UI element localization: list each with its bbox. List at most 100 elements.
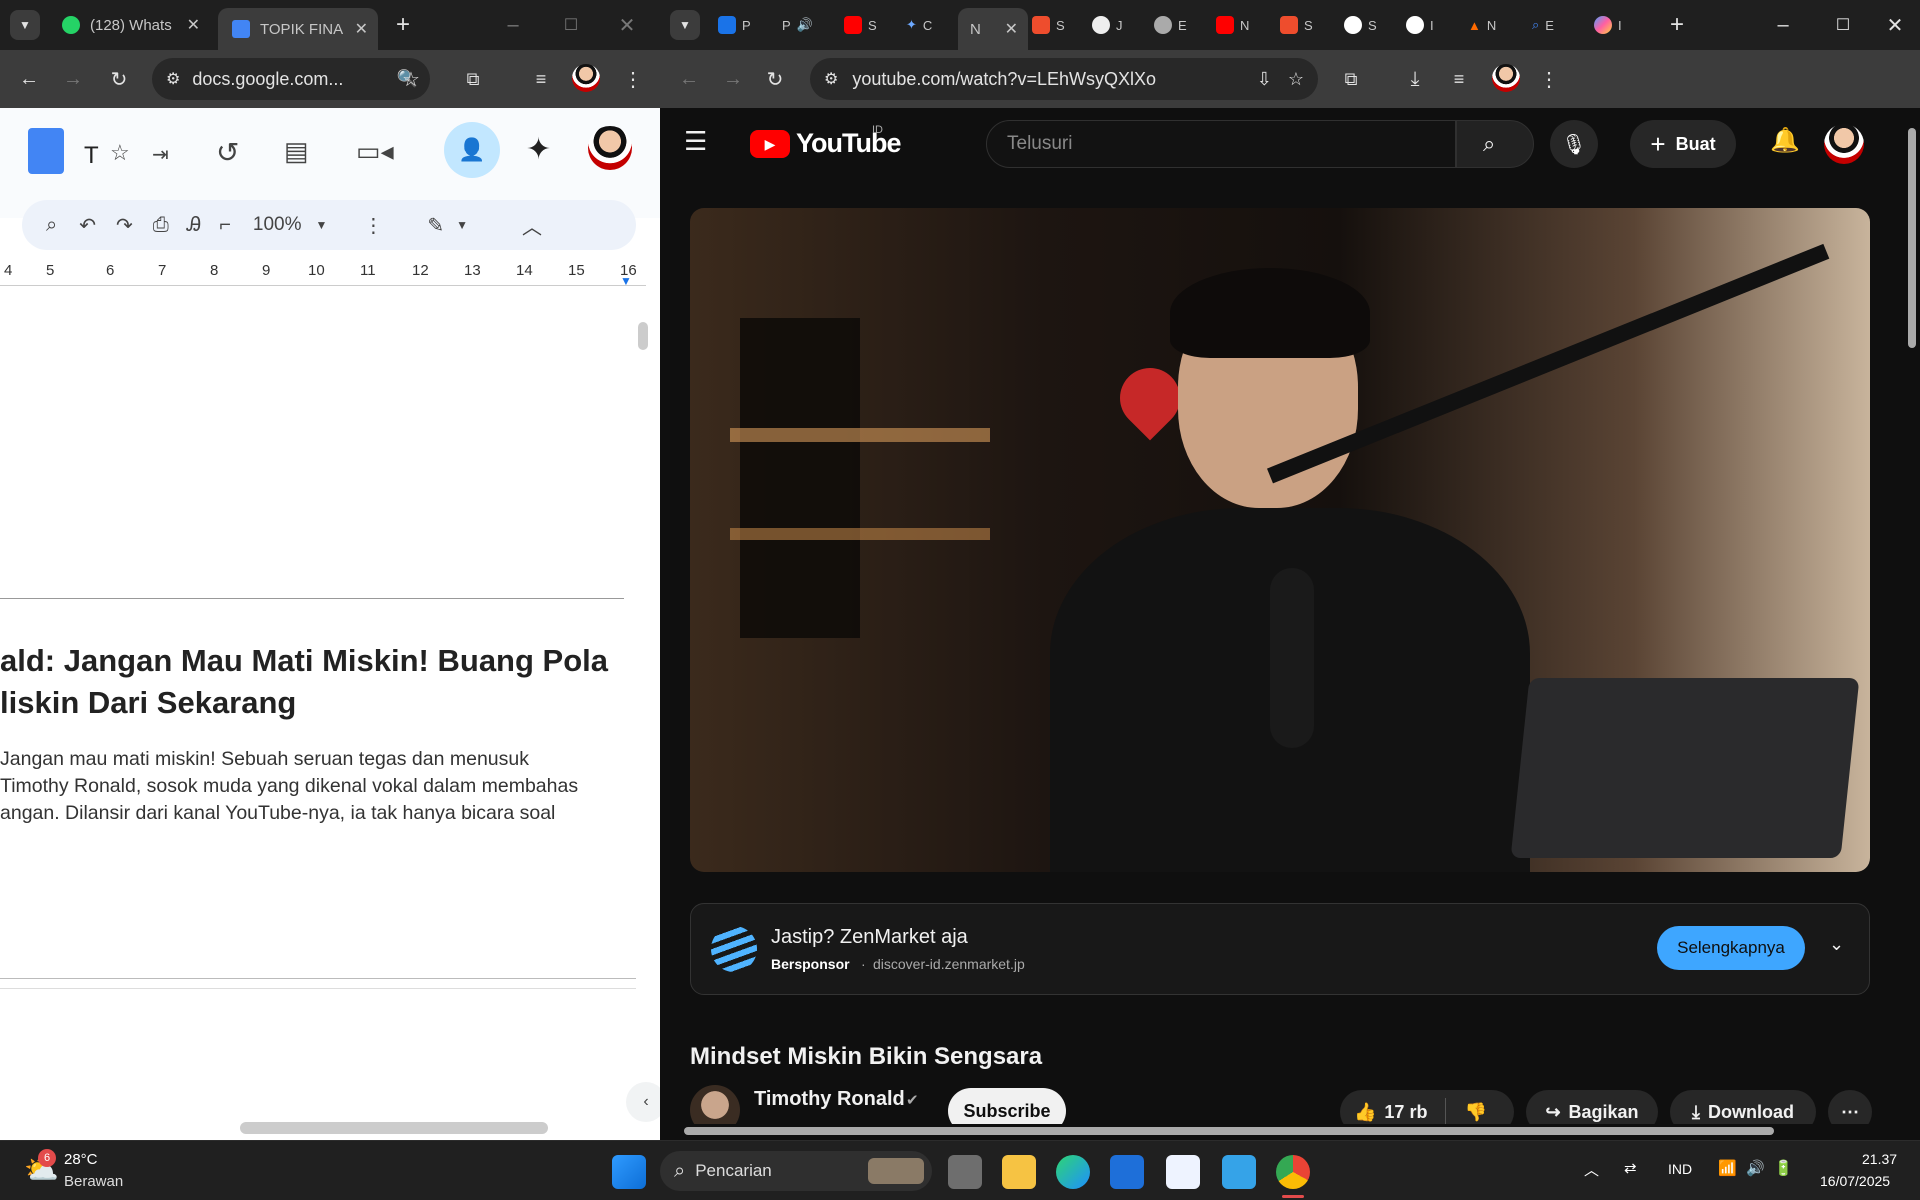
tab-youtube[interactable]: S bbox=[844, 12, 877, 38]
minimize-icon[interactable]: – bbox=[1768, 10, 1798, 40]
comments-icon[interactable]: ▤ bbox=[284, 136, 309, 167]
close-window-icon[interactable]: ✕ bbox=[612, 10, 642, 40]
tab-search-icon[interactable]: ▼ bbox=[10, 10, 40, 40]
bookmark-star-icon[interactable]: ☆ bbox=[1288, 69, 1304, 90]
scroll-thumb[interactable] bbox=[684, 1127, 1774, 1135]
version-history-icon[interactable]: ↺ bbox=[216, 136, 239, 169]
menu-kebab-icon[interactable]: ⋮ bbox=[1534, 64, 1564, 94]
microsoft-store-icon[interactable] bbox=[1110, 1155, 1144, 1189]
ad-title[interactable]: Jastip? ZenMarket aja bbox=[771, 926, 968, 949]
install-app-icon[interactable]: ⇩ bbox=[1257, 69, 1272, 90]
clock-date[interactable]: 16/07/2025 bbox=[1820, 1173, 1890, 1189]
document-paragraph[interactable]: Jangan mau mati miskin! Sebuah seruan te… bbox=[0, 746, 640, 827]
tab-shopee-2[interactable]: S bbox=[1280, 12, 1313, 38]
channel-name[interactable]: Timothy Ronald bbox=[754, 1088, 905, 1111]
new-tab-icon[interactable]: + bbox=[1662, 10, 1692, 40]
site-info-icon[interactable]: ⚙ bbox=[824, 69, 838, 89]
menu-kebab-icon[interactable]: ⋮ bbox=[618, 64, 648, 94]
tab-whatsapp[interactable]: (128) Whats ✕ bbox=[48, 8, 210, 42]
weather-temp[interactable]: 28°C bbox=[64, 1151, 98, 1168]
tab-google[interactable]: S bbox=[1344, 12, 1377, 38]
doc-title[interactable]: T bbox=[84, 142, 99, 170]
spellcheck-icon[interactable]: Ꭿ bbox=[187, 214, 201, 237]
more-icon[interactable]: ⋮ bbox=[363, 213, 383, 238]
address-bar[interactable]: ⚙ youtube.com/watch?v=LEhWsyQXlXo ⇩ ☆ bbox=[810, 58, 1318, 100]
tab-active[interactable]: N ✕ bbox=[958, 8, 1028, 50]
edge-icon[interactable] bbox=[1056, 1155, 1090, 1189]
tab-p-audio[interactable]: P 🔊 bbox=[782, 12, 813, 38]
video-player[interactable] bbox=[690, 208, 1870, 872]
thumbs-up-icon[interactable]: 👍 bbox=[1354, 1102, 1376, 1123]
tab-search[interactable]: ⌕ E bbox=[1532, 12, 1554, 38]
indent-marker-icon[interactable]: ▼ bbox=[620, 274, 632, 288]
volume-icon[interactable]: 🔊 bbox=[1746, 1159, 1765, 1177]
vertical-scrollbar[interactable] bbox=[638, 322, 648, 350]
side-panel-toggle-icon[interactable]: ‹ bbox=[626, 1082, 660, 1122]
reload-icon[interactable]: ↻ bbox=[760, 64, 790, 94]
zoom-select[interactable]: 100% bbox=[253, 214, 302, 236]
chevron-down-icon[interactable]: ▼ bbox=[456, 218, 468, 232]
media-control-icon[interactable]: ≡ bbox=[1444, 64, 1474, 94]
forward-icon[interactable]: → bbox=[58, 64, 88, 94]
back-icon[interactable]: ← bbox=[674, 64, 704, 94]
create-button[interactable]: + Buat bbox=[1630, 120, 1736, 168]
new-tab-icon[interactable]: + bbox=[388, 10, 418, 40]
hamburger-menu-icon[interactable]: ☰ bbox=[684, 126, 707, 157]
input-language[interactable]: IND bbox=[1668, 1161, 1692, 1177]
site-info-icon[interactable]: ⚙ bbox=[166, 69, 180, 89]
notifications-bell-icon[interactable]: 🔔 bbox=[1770, 126, 1800, 155]
media-control-icon[interactable]: ≡ bbox=[526, 64, 556, 94]
tab-google-2[interactable]: I bbox=[1406, 12, 1434, 38]
search-input[interactable]: Telusuri bbox=[986, 120, 1456, 168]
close-window-icon[interactable]: ✕ bbox=[1880, 10, 1910, 40]
scroll-thumb[interactable] bbox=[1908, 128, 1916, 348]
tab-search-icon[interactable]: ▼ bbox=[670, 10, 700, 40]
search-button[interactable]: ⌕ bbox=[1456, 120, 1534, 168]
thumbs-down-icon[interactable]: 👎 bbox=[1464, 1102, 1486, 1123]
mail-app-icon[interactable] bbox=[1166, 1155, 1200, 1189]
print-icon[interactable]: ⎙ bbox=[153, 214, 169, 237]
taskbar-search[interactable]: ⌕ Pencarian bbox=[660, 1151, 932, 1191]
back-icon[interactable]: ← bbox=[14, 64, 44, 94]
gemini-icon[interactable]: ✦ bbox=[526, 132, 551, 167]
collapse-toolbar-icon[interactable]: ︿ bbox=[522, 211, 542, 240]
vertical-scrollbar[interactable] bbox=[1906, 112, 1918, 1130]
edit-mode-icon[interactable]: ✎ bbox=[427, 213, 444, 238]
move-folder-icon[interactable]: ⇥ bbox=[152, 142, 169, 167]
tab-youtube-2[interactable]: N bbox=[1216, 12, 1249, 38]
file-explorer-icon[interactable] bbox=[1002, 1155, 1036, 1189]
tab-p[interactable]: P bbox=[718, 12, 751, 38]
tab-shopee[interactable]: S bbox=[1032, 12, 1065, 38]
paint-format-icon[interactable]: ⌐ bbox=[219, 214, 231, 237]
download-icon[interactable]: ⤓ bbox=[1400, 64, 1430, 94]
docs-avatar[interactable] bbox=[588, 126, 632, 170]
like-count[interactable]: 17 rb bbox=[1384, 1102, 1427, 1123]
meet-icon[interactable]: ▭◂ bbox=[356, 136, 394, 167]
ruler[interactable]: 4 5 6 7 8 9 10 11 12 13 14 15 16 ▼ bbox=[0, 258, 646, 288]
tray-chevron-up-icon[interactable]: ︿ bbox=[1584, 1159, 1599, 1180]
star-icon[interactable]: ☆ bbox=[110, 140, 130, 166]
reload-icon[interactable]: ↻ bbox=[104, 64, 134, 94]
bookmark-star-icon[interactable]: ☆ bbox=[396, 64, 426, 94]
task-view-icon[interactable] bbox=[948, 1155, 982, 1189]
docs-logo-icon[interactable] bbox=[28, 128, 64, 174]
youtube-avatar[interactable] bbox=[1824, 124, 1864, 164]
youtube-logo-text[interactable]: YouTube bbox=[796, 128, 901, 159]
extensions-icon[interactable]: ⧉ bbox=[458, 64, 488, 94]
close-icon[interactable]: ✕ bbox=[187, 15, 200, 35]
tray-settings-icon[interactable]: ⇄ bbox=[1624, 1159, 1637, 1177]
notepad-icon[interactable] bbox=[1222, 1155, 1256, 1189]
minimize-icon[interactable]: – bbox=[498, 10, 528, 40]
redo-icon[interactable]: ↷ bbox=[116, 213, 133, 238]
chevron-down-icon[interactable]: ▼ bbox=[316, 218, 328, 232]
youtube-play-icon[interactable]: ▶ bbox=[750, 130, 790, 158]
tab-copilot[interactable]: I bbox=[1594, 12, 1622, 38]
chevron-down-icon[interactable]: ⌄ bbox=[1829, 934, 1844, 955]
horizontal-scrollbar[interactable] bbox=[666, 1124, 1912, 1138]
chrome-icon[interactable] bbox=[1276, 1155, 1310, 1189]
tab-globe[interactable]: E bbox=[1154, 12, 1187, 38]
share-person-icon[interactable]: 👤 bbox=[444, 122, 500, 178]
profile-avatar[interactable] bbox=[572, 64, 600, 92]
horizontal-scrollbar[interactable] bbox=[240, 1122, 548, 1134]
tab-triangle[interactable]: ▲ N bbox=[1468, 12, 1496, 38]
